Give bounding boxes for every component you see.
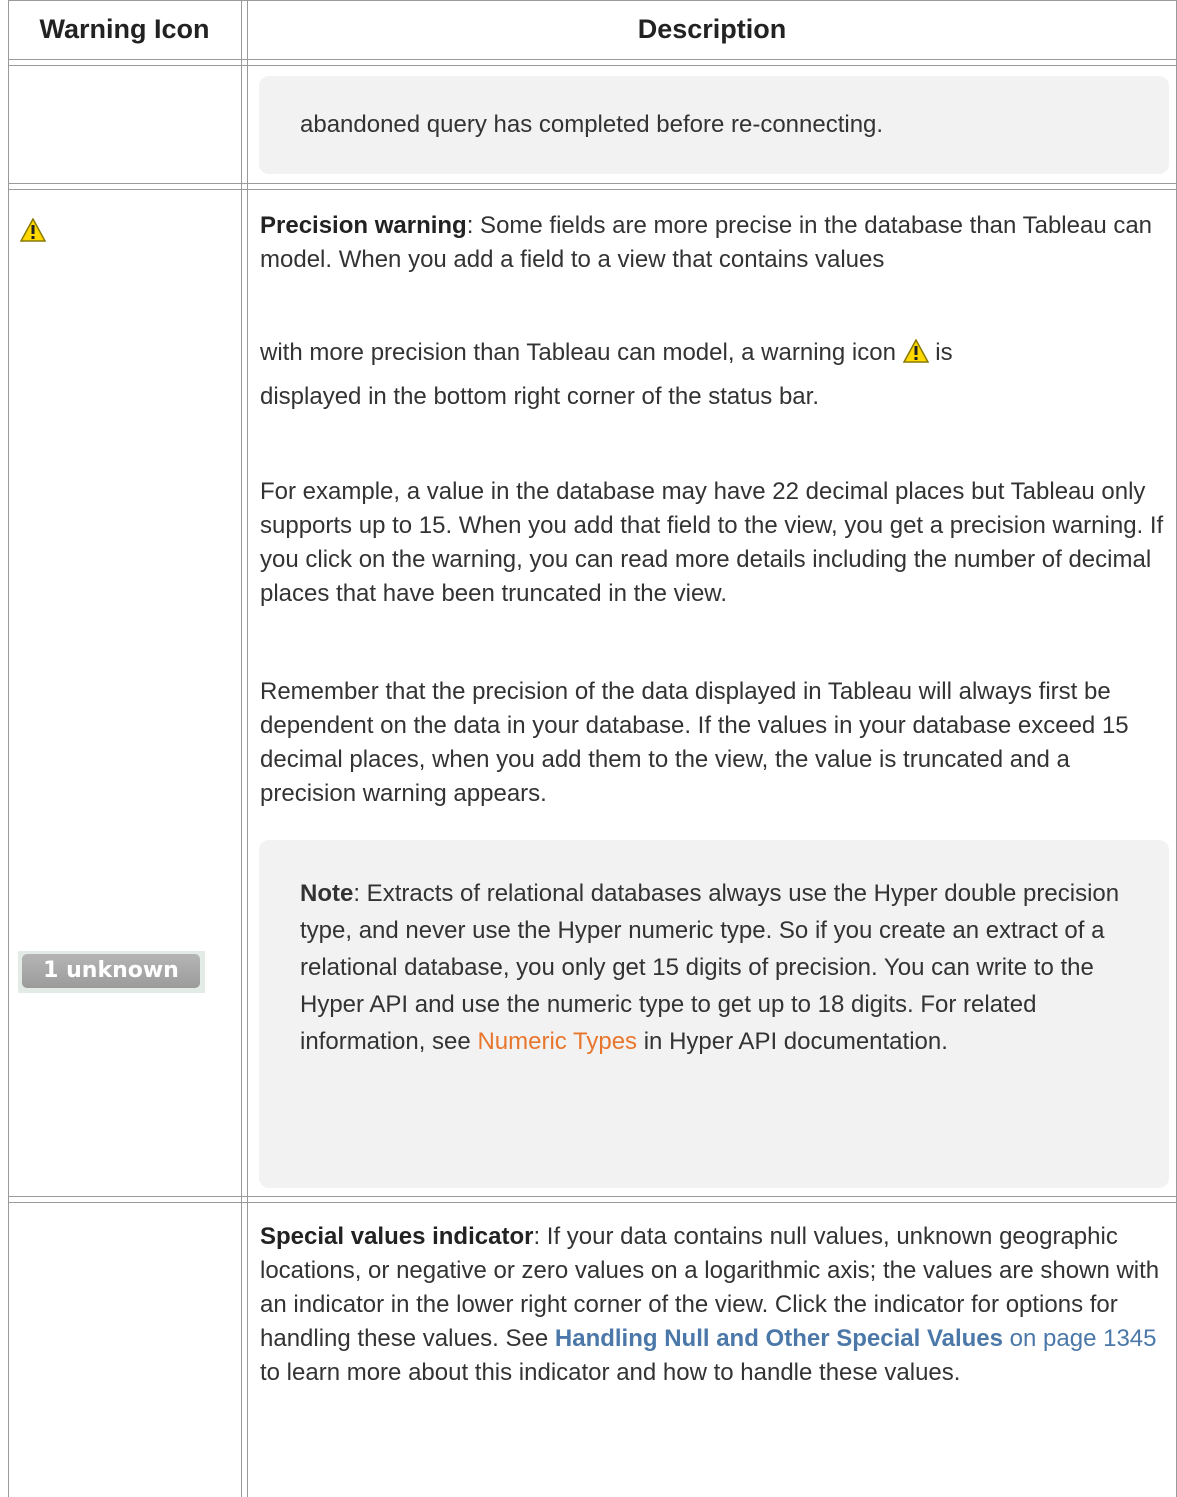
- precision-warning-intro: Precision warning: Some fields are more …: [260, 209, 1165, 277]
- page-reference-link[interactable]: on page 1345: [1010, 1325, 1157, 1352]
- inline-warning-icon: [902, 339, 929, 363]
- special-values-paragraph: Special values indicator: If your data c…: [260, 1220, 1165, 1390]
- header-divider-a: [8, 59, 1177, 60]
- column-header-warning-icon: Warning Icon: [39, 14, 210, 44]
- precision-intro-part-a: with more precision than Tableau can mod…: [260, 339, 896, 366]
- precision-intro-part-c: displayed in the bottom right corner of …: [260, 383, 819, 410]
- special-values-badge-image: 1 unknown: [18, 951, 205, 993]
- note-suffix: in Hyper API documentation.: [643, 1028, 948, 1055]
- precision-note-callout: Note: Extracts of relational databases a…: [259, 840, 1169, 1188]
- precision-warning-title: Precision warning: [260, 212, 467, 239]
- special-values-title: Special values indicator: [260, 1223, 534, 1250]
- numeric-types-link[interactable]: Numeric Types: [477, 1028, 637, 1055]
- header-divider-b: [8, 65, 1177, 66]
- note-label: Note: [300, 880, 354, 907]
- continued-note-text: abandoned query has completed before re-…: [300, 111, 884, 138]
- precision-note-text: Note: Extracts of relational databases a…: [300, 875, 1120, 1060]
- row-divider-2a: [8, 1196, 1177, 1197]
- precision-intro-part-b: is: [935, 339, 953, 366]
- row-divider-1b: [8, 189, 1177, 190]
- documentation-page: Warning Icon Description abandoned query…: [0, 0, 1177, 1497]
- precision-example-paragraph: For example, a value in the database may…: [260, 478, 1164, 607]
- table-border-col-divider-a: [241, 0, 242, 1497]
- unknown-count-badge: 1 unknown: [22, 954, 200, 988]
- column-header-description: Description: [637, 14, 787, 44]
- table-border-top: [8, 0, 1177, 1]
- table-border-col-divider-b: [247, 0, 248, 1497]
- handling-null-link[interactable]: Handling Null and Other Special Values: [555, 1325, 1003, 1352]
- table-border-left: [8, 0, 9, 1497]
- precision-remember-paragraph: Remember that the precision of the data …: [260, 678, 1129, 807]
- precision-warning-icon: [20, 218, 46, 242]
- continued-note-callout: abandoned query has completed before re-…: [259, 76, 1169, 174]
- special-values-text-2: to learn more about this indicator and h…: [260, 1359, 961, 1386]
- row-divider-2b: [8, 1202, 1177, 1203]
- precision-warning-intro-continued: with more precision than Tableau can mod…: [260, 331, 1165, 419]
- row-divider-1a: [8, 183, 1177, 184]
